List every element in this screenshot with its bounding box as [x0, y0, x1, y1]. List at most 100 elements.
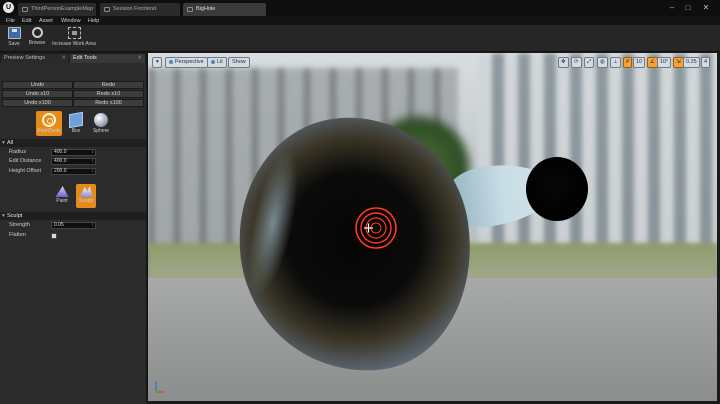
- rotate-mode-button[interactable]: ⟳: [571, 57, 582, 68]
- asset-icon: [187, 7, 193, 12]
- radius-field[interactable]: 400.0 ↕: [51, 149, 96, 156]
- camera-speed-text: 4: [704, 59, 708, 65]
- height-offset-field[interactable]: 200.0 ↕: [51, 168, 96, 175]
- show-label: Show: [232, 59, 246, 65]
- toolbar: Save Browse Increase Work Area: [0, 25, 720, 52]
- menu-asset[interactable]: Asset: [39, 17, 53, 25]
- browse-icon: [31, 27, 43, 38]
- spinner-icon[interactable]: ↕: [92, 223, 95, 228]
- flatten-checkbox[interactable]: [51, 233, 57, 239]
- tab-bighole[interactable]: BigHole: [183, 3, 266, 16]
- height-offset-value: 200.0: [54, 168, 67, 174]
- edit-distance-value: 400.0: [54, 158, 67, 164]
- axis-gizmo-icon: [155, 381, 164, 393]
- unreal-logo-icon: U: [3, 2, 14, 13]
- rotation-snap-text: 10°: [660, 59, 669, 65]
- world-local-button[interactable]: ◍: [597, 57, 608, 68]
- show-button[interactable]: Show: [228, 57, 250, 68]
- undo-x100-button[interactable]: Undo x100: [2, 99, 73, 107]
- expand-icon: [67, 27, 81, 39]
- sphere-tool-button[interactable]: Sphere: [88, 111, 114, 136]
- menu-edit[interactable]: Edit: [22, 17, 31, 25]
- paint-mode-button[interactable]: Paint: [52, 184, 72, 208]
- redo-x100-button[interactable]: Redo x100: [73, 99, 144, 107]
- undo-button[interactable]: Undo: [2, 81, 73, 89]
- minimize-icon[interactable]: –: [666, 3, 678, 12]
- strength-value: 0.05: [54, 222, 64, 228]
- tab-preview-settings[interactable]: Preview Settings ✕: [1, 54, 69, 63]
- maximize-icon[interactable]: □: [682, 3, 694, 12]
- save-button[interactable]: Save: [4, 27, 24, 51]
- scale-mode-button[interactable]: ⤢: [584, 57, 595, 68]
- spinner-icon[interactable]: ↕: [92, 150, 95, 155]
- viewport[interactable]: ▾ Perspective Lit Show ✥ ⟳ ⤢ ◍ ⊥ # 10 ∠ …: [147, 53, 717, 401]
- title-bar: U ThirdPersonExampleMap Session Frontend…: [0, 0, 720, 16]
- sculpt-mode-label: Sculpt: [79, 198, 93, 204]
- scale-snap-value[interactable]: 0.25: [683, 57, 700, 68]
- scale-snap-text: 0.25: [686, 59, 697, 65]
- section-all-header[interactable]: All: [0, 139, 146, 147]
- scale-icon: ⤢: [587, 59, 592, 65]
- perspective-button[interactable]: Perspective: [165, 57, 208, 68]
- mesh-cap: [526, 157, 588, 221]
- paint-tool-icon: [42, 113, 56, 127]
- browse-label: Browse: [28, 40, 46, 46]
- edit-distance-field[interactable]: 400.0 ↕: [51, 158, 96, 165]
- increase-work-area-button[interactable]: Increase Work Area: [51, 27, 97, 51]
- rotate-icon: ⟳: [574, 59, 579, 65]
- menu-window[interactable]: Window: [61, 17, 81, 25]
- surface-snap-button[interactable]: ⊥: [610, 57, 621, 68]
- paint-mode-label: Paint: [56, 198, 68, 204]
- undo-x10-button[interactable]: Undo x10: [2, 90, 73, 98]
- redo-x10-button[interactable]: Redo x10: [73, 90, 144, 98]
- globe-icon: ◍: [600, 59, 605, 65]
- strength-field[interactable]: 0.05 ↕: [51, 222, 96, 229]
- lit-label: Lit: [217, 59, 223, 65]
- tab-session-frontend[interactable]: Session Frontend: [100, 3, 180, 16]
- strength-label: Strength: [9, 222, 30, 228]
- increase-work-area-label: Increase Work Area: [52, 41, 96, 47]
- grid-icon: #: [626, 59, 630, 65]
- scale-snap-icon: ⇲: [676, 59, 681, 65]
- menu-help[interactable]: Help: [88, 17, 99, 25]
- flatten-label: Flatten: [9, 232, 26, 238]
- background-building-right: [478, 53, 717, 268]
- lit-button[interactable]: Lit: [207, 57, 227, 68]
- grid-snap-text: 10: [636, 59, 643, 65]
- tab-label: BigHole: [196, 6, 216, 12]
- viewport-options-button[interactable]: ▾: [152, 57, 162, 68]
- rotation-snap-value[interactable]: 10°: [657, 57, 672, 68]
- close-icon[interactable]: ✕: [61, 54, 66, 63]
- close-icon[interactable]: ✕: [137, 54, 142, 63]
- sculpt-icon: [79, 186, 93, 197]
- paint-tools-button[interactable]: PaintTools: [36, 111, 62, 136]
- session-icon: [104, 7, 110, 12]
- angle-icon: ∠: [650, 59, 655, 65]
- camera-speed-button[interactable]: 4: [701, 57, 711, 68]
- radius-label: Radius: [9, 149, 27, 155]
- tab-edit-tools[interactable]: Edit Tools ✕: [70, 54, 145, 63]
- section-sculpt-header[interactable]: Sculpt: [0, 212, 146, 220]
- box-tool-button[interactable]: Box: [63, 111, 89, 136]
- tab-label: Preview Settings: [4, 55, 45, 61]
- spinner-icon[interactable]: ↕: [92, 159, 95, 164]
- tab-label: Edit Tools: [73, 55, 97, 61]
- save-icon: [7, 27, 21, 39]
- translate-icon: ✥: [561, 59, 566, 65]
- tab-thirdperson-map[interactable]: ThirdPersonExampleMap: [18, 3, 96, 16]
- redo-button[interactable]: Redo: [73, 81, 144, 89]
- close-icon[interactable]: ✕: [700, 3, 712, 12]
- brush-cursor-icon: [355, 207, 397, 249]
- lit-icon: [211, 59, 215, 64]
- browse-button[interactable]: Browse: [26, 27, 48, 51]
- save-label: Save: [8, 41, 20, 47]
- spinner-icon[interactable]: ↕: [92, 169, 95, 174]
- translate-mode-button[interactable]: ✥: [558, 57, 569, 68]
- grid-snap-toggle[interactable]: #: [623, 57, 633, 68]
- menu-file[interactable]: File: [6, 17, 15, 25]
- edit-tools-panel: Preview Settings ✕ Edit Tools ✕ Undo Redo …: [0, 53, 146, 404]
- grid-snap-value[interactable]: 10: [633, 57, 646, 68]
- menu-bar: File Edit Asset Window Help: [0, 16, 720, 25]
- sculpt-mode-button[interactable]: Sculpt: [76, 184, 96, 208]
- sphere-icon: [94, 113, 108, 127]
